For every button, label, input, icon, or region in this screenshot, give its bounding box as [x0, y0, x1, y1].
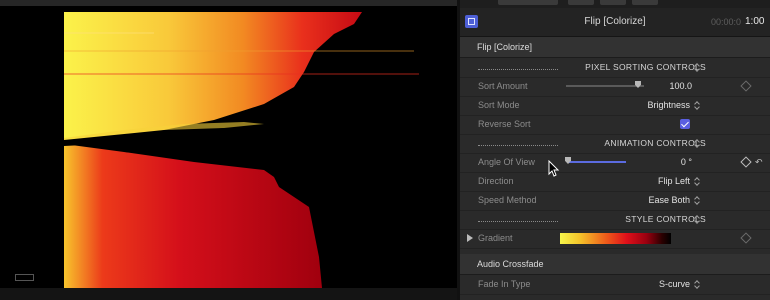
toolbar-button-1[interactable]: [498, 0, 558, 5]
inspector-header: Flip [Colorize] 00:00:0 1:00: [460, 8, 770, 37]
video-frame-preview: [64, 12, 444, 288]
sort-mode-dropdown[interactable]: Brightness: [647, 100, 690, 110]
chevron-updown-icon[interactable]: [694, 196, 700, 205]
add-keyframe-icon[interactable]: [740, 156, 752, 168]
chevron-updown-icon[interactable]: [694, 63, 700, 72]
audio-section-header[interactable]: Audio Crossfade: [460, 254, 770, 275]
video-viewer[interactable]: [0, 0, 457, 300]
pixel-sorting-group-row[interactable]: PIXEL SORTING CONTROLS: [460, 58, 770, 78]
chevron-updown-icon[interactable]: [694, 101, 700, 110]
pixel-sorting-group-label: PIXEL SORTING CONTROLS: [585, 62, 706, 72]
direction-dropdown[interactable]: Flip Left: [658, 176, 690, 186]
sort-amount-value[interactable]: 100.0: [669, 81, 692, 91]
reverse-sort-checkbox[interactable]: [680, 119, 690, 129]
chevron-updown-icon[interactable]: [694, 215, 700, 224]
toolbar-button-3[interactable]: [600, 0, 626, 5]
timecode: 1:00: [745, 16, 765, 27]
disclosure-triangle-icon[interactable]: [467, 234, 473, 242]
viewer-top-bar: [0, 0, 457, 6]
group-divider-dots: [478, 221, 558, 222]
direction-row: Direction Flip Left: [460, 172, 770, 192]
effect-section-title: Flip [Colorize]: [477, 42, 533, 52]
inspector-panel: Flip [Colorize] 00:00:0 1:00 Flip [Color…: [460, 0, 770, 300]
speed-method-label: Speed Method: [478, 195, 537, 205]
chevron-updown-icon[interactable]: [694, 177, 700, 186]
speed-method-row: Speed Method Ease Both: [460, 191, 770, 211]
sort-amount-slider-track[interactable]: [566, 85, 644, 87]
angle-slider-track[interactable]: [568, 161, 626, 163]
chevron-updown-icon[interactable]: [694, 280, 700, 289]
inspector-toolbar-strip: [460, 0, 770, 8]
fade-in-type-row: Fade In Type S-curve: [460, 275, 770, 295]
animation-group-row[interactable]: ANIMATION CONTROLS: [460, 134, 770, 154]
direction-label: Direction: [478, 176, 514, 186]
mouse-pointer-icon: [548, 160, 560, 177]
viewer-bottom-bar: [0, 288, 457, 300]
keyframe-diamond-icon[interactable]: [740, 232, 752, 244]
speed-method-dropdown[interactable]: Ease Both: [648, 195, 690, 205]
viewer-overlay-marker: [15, 274, 34, 281]
angle-of-view-row: Angle Of View 0 ° ↶: [460, 153, 770, 173]
reverse-sort-row: Reverse Sort: [460, 115, 770, 135]
fade-in-type-label: Fade In Type: [478, 279, 531, 289]
style-group-row[interactable]: STYLE CONTROLS: [460, 210, 770, 230]
gradient-swatch[interactable]: [560, 233, 671, 244]
sort-amount-row: Sort Amount 100.0: [460, 77, 770, 97]
audio-section-title: Audio Crossfade: [477, 259, 544, 269]
angle-of-view-label: Angle Of View: [478, 157, 535, 167]
gradient-label: Gradient: [478, 233, 513, 243]
sort-mode-row: Sort Mode Brightness: [460, 96, 770, 116]
timecode-prefix: 00:00:0: [711, 17, 742, 27]
sort-mode-label: Sort Mode: [478, 100, 520, 110]
sort-amount-label: Sort Amount: [478, 81, 528, 91]
reverse-sort-label: Reverse Sort: [478, 119, 531, 129]
effect-section-header[interactable]: Flip [Colorize]: [460, 37, 770, 58]
group-divider-dots: [478, 69, 558, 70]
animation-group-label: ANIMATION CONTROLS: [604, 138, 706, 148]
keyframe-diamond-icon[interactable]: [740, 80, 752, 92]
fade-in-type-dropdown[interactable]: S-curve: [659, 279, 690, 289]
chevron-updown-icon[interactable]: [694, 139, 700, 148]
gradient-row: Gradient: [460, 229, 770, 249]
toolbar-button-4[interactable]: [632, 0, 658, 5]
angle-of-view-value[interactable]: 0 °: [681, 157, 692, 167]
reset-icon[interactable]: ↶: [755, 157, 763, 168]
group-divider-dots: [478, 145, 558, 146]
toolbar-button-2[interactable]: [568, 0, 594, 5]
